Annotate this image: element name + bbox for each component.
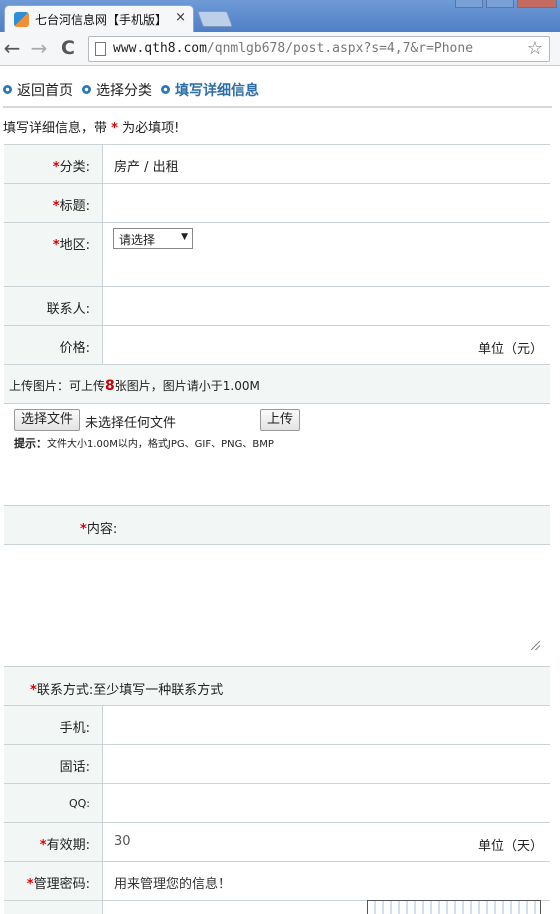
region-select-value: 请选择 xyxy=(119,233,156,247)
breadcrumb-current: 填写详细信息 xyxy=(161,80,259,100)
contact-person-row: 联系人: xyxy=(4,286,550,325)
contact-methods-row: *联系方式:至少填写一种联系方式 xyxy=(4,666,550,705)
title-label: *标题: xyxy=(52,199,90,214)
resize-handle-icon[interactable] xyxy=(531,641,540,650)
window-close-button[interactable] xyxy=(517,0,557,8)
validity-input[interactable]: 30 xyxy=(114,834,131,849)
contact-person-label: 联系人: xyxy=(46,302,90,317)
address-url[interactable]: www.qth8.com/qnmlgb678/post.aspx?s=4,7&r… xyxy=(113,41,473,56)
price-row: 价格: 单位（元） xyxy=(4,325,550,364)
upload-button[interactable]: 上传 xyxy=(260,409,301,431)
minimize-button[interactable] xyxy=(455,0,483,8)
password-input[interactable]: 用来管理您的信息！ xyxy=(114,873,231,892)
price-label: 价格: xyxy=(59,341,90,356)
phone-row: 固话: xyxy=(4,744,550,783)
content-label: *内容: xyxy=(80,522,118,537)
form-intro: 填写详细信息，带 * 为必填项! xyxy=(3,121,180,136)
breadcrumb-home-link[interactable]: 返回首页 xyxy=(3,80,73,100)
phone-input[interactable] xyxy=(104,745,550,783)
category-label: *分类: xyxy=(52,160,90,175)
mobile-input[interactable] xyxy=(104,706,550,744)
mobile-row: 手机: xyxy=(4,705,550,744)
region-select[interactable]: 请选择 ▼ xyxy=(113,228,193,249)
new-tab-button[interactable] xyxy=(197,11,233,27)
upload-header-row: 上传图片：可上传8张图片，图片请小于1.00M xyxy=(4,364,550,403)
title-row: *标题: xyxy=(4,183,550,222)
back-arrow-icon[interactable]: ← xyxy=(1,37,23,59)
upload-row: 选择文件 未选择任何文件 上传 提示：文件大小1.00M以内，格式JPG、GIF… xyxy=(4,403,550,505)
bullet-icon xyxy=(161,85,170,94)
page-icon xyxy=(95,42,106,56)
region-label: *地区: xyxy=(52,238,90,253)
region-row: *地区: 请选择 ▼ xyxy=(4,222,550,286)
address-bar[interactable]: www.qth8.com/qnmlgb678/post.aspx?s=4,7&r… xyxy=(88,36,550,62)
validity-label: *有效期: xyxy=(39,838,90,853)
qq-label: QQ: xyxy=(68,797,90,810)
price-unit: 单位（元） xyxy=(477,342,543,357)
content-row xyxy=(4,544,550,666)
category-value: 房产 / 出租 xyxy=(114,160,179,175)
choose-file-button[interactable]: 选择文件 xyxy=(14,409,81,431)
upload-label: 上传图片：可上传8张图片，图片请小于1.00M xyxy=(9,378,260,394)
forward-arrow-icon[interactable]: → xyxy=(28,37,50,59)
title-input[interactable] xyxy=(104,184,550,222)
content-textarea[interactable] xyxy=(12,551,540,651)
captcha-image[interactable] xyxy=(367,900,541,914)
browser-tab-bar: 七台河信息网【手机版】 × xyxy=(0,0,560,32)
validity-unit: 单位（天） xyxy=(477,839,543,854)
tab-title: 七台河信息网【手机版】 xyxy=(35,13,168,27)
qq-row: QQ: xyxy=(4,783,550,822)
phone-label: 固话: xyxy=(59,760,90,775)
site-favicon-icon xyxy=(14,12,29,27)
upload-hint: 提示：文件大小1.00M以内，格式JPG、GIF、PNG、BMP xyxy=(14,437,274,450)
category-row: *分类: 房产 / 出租 xyxy=(4,144,550,183)
breadcrumb-category-link[interactable]: 选择分类 xyxy=(82,80,152,100)
mobile-label: 手机: xyxy=(59,721,90,736)
qq-input[interactable] xyxy=(104,784,550,822)
close-icon[interactable]: × xyxy=(175,10,186,25)
bullet-icon xyxy=(3,85,12,94)
password-label: *管理密码: xyxy=(26,877,90,892)
browser-toolbar: ← → C www.qth8.com/qnmlgb678/post.aspx?s… xyxy=(0,32,560,66)
reload-icon[interactable]: C xyxy=(57,37,79,59)
contact-methods-label: *联系方式:至少填写一种联系方式 xyxy=(30,683,224,698)
maximize-button[interactable] xyxy=(486,0,514,8)
bullet-icon xyxy=(82,85,91,94)
star-icon[interactable]: ☆ xyxy=(527,38,543,59)
dropdown-arrow-icon: ▼ xyxy=(181,232,188,242)
password-row: *管理密码: 用来管理您的信息！ xyxy=(4,861,550,914)
file-status: 未选择任何文件 xyxy=(85,416,177,431)
validity-row: *有效期: 30 单位（天） xyxy=(4,822,550,861)
contact-person-input[interactable] xyxy=(104,287,550,325)
content-header-row: *内容: xyxy=(4,505,550,544)
price-input[interactable] xyxy=(104,326,464,364)
browser-tab[interactable]: 七台河信息网【手机版】 × xyxy=(4,5,194,32)
breadcrumb: 返回首页 选择分类 填写详细信息 xyxy=(3,78,552,108)
